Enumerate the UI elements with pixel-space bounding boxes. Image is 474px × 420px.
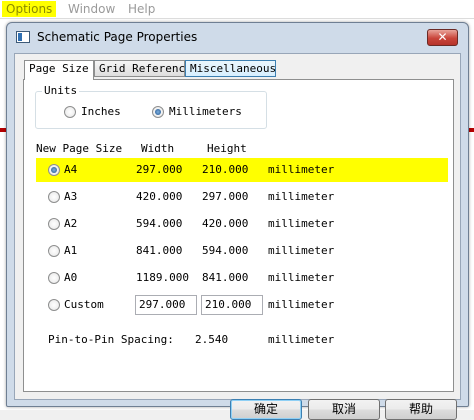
page-size-label-a0[interactable]: A0 [64, 271, 77, 284]
millimeters-radio[interactable] [152, 106, 164, 118]
page-unit-custom: millimeter [268, 298, 335, 311]
pin-spacing-value: 2.540 [195, 333, 229, 346]
page-unit-a1: millimeter [268, 244, 335, 257]
host-menubar: Options Window Help [0, 0, 474, 19]
dialog-client: Page Size Grid Reference Miscellaneous U… [14, 53, 461, 420]
custom-height-input[interactable]: 210.000 [201, 295, 263, 315]
page-height-a4: 210.000 [202, 163, 249, 176]
page-width-a2: 594.000 [136, 217, 183, 230]
page-size-radio-a1[interactable] [48, 245, 60, 257]
tab-miscellaneous[interactable]: Miscellaneous [185, 60, 276, 77]
page-height-a3: 297.000 [202, 190, 249, 203]
page-size-label-custom[interactable]: Custom [64, 298, 104, 311]
units-groupbox: Units Inches Millimeters [35, 84, 267, 129]
page-unit-a2: millimeter [268, 217, 335, 230]
menu-window[interactable]: Window [64, 1, 119, 17]
page-unit-a0: millimeter [268, 271, 335, 284]
millimeters-label[interactable]: Millimeters [169, 105, 242, 118]
close-icon: ✕ [437, 30, 448, 44]
page-size-label-a3[interactable]: A3 [64, 190, 77, 203]
tab-grid-reference[interactable]: Grid Reference [94, 60, 192, 77]
page-size-panel: Units Inches Millimeters New Page Size W… [23, 79, 454, 392]
page-unit-a3: millimeter [268, 190, 335, 203]
dialog-titlebar[interactable]: Schematic Page Properties ✕ [7, 23, 468, 53]
page-size-radio-a2[interactable] [48, 218, 60, 230]
page-size-label-a4[interactable]: A4 [64, 163, 77, 176]
schematic-page-properties-dialog: Schematic Page Properties ✕ Page Size Gr… [6, 22, 469, 420]
page-size-radio-custom[interactable] [48, 299, 60, 311]
page-width-a3: 420.000 [136, 190, 183, 203]
tab-page-size[interactable]: Page Size [24, 60, 94, 80]
page-size-radio-a3[interactable] [48, 191, 60, 203]
inches-label[interactable]: Inches [81, 105, 121, 118]
header-width: Width [141, 142, 175, 155]
menu-options[interactable]: Options [2, 1, 57, 17]
page-width-a4: 297.000 [136, 163, 183, 176]
page-height-a2: 420.000 [202, 217, 249, 230]
page-width-a1: 841.000 [136, 244, 183, 257]
close-button[interactable]: ✕ [427, 29, 458, 46]
page-height-a0: 841.000 [202, 271, 249, 284]
dialog-title: Schematic Page Properties [37, 30, 198, 44]
page-width-a0: 1189.000 [136, 271, 189, 284]
units-legend: Units [42, 84, 80, 97]
page-unit-a4: millimeter [268, 163, 335, 176]
custom-width-input[interactable]: 297.000 [135, 295, 197, 315]
window-icon [16, 31, 30, 43]
page-size-label-a2[interactable]: A2 [64, 217, 77, 230]
inches-radio[interactable] [64, 106, 76, 118]
page-height-a1: 594.000 [202, 244, 249, 257]
pin-spacing-unit: millimeter [268, 333, 335, 346]
header-height: Height [207, 142, 247, 155]
page-size-radio-a4[interactable] [48, 164, 60, 176]
menu-help[interactable]: Help [124, 1, 159, 17]
page-size-label-a1[interactable]: A1 [64, 244, 77, 257]
header-new-page-size: New Page Size [36, 142, 123, 155]
pin-spacing-label: Pin-to-Pin Spacing: [48, 333, 174, 346]
page-size-radio-a0[interactable] [48, 272, 60, 284]
